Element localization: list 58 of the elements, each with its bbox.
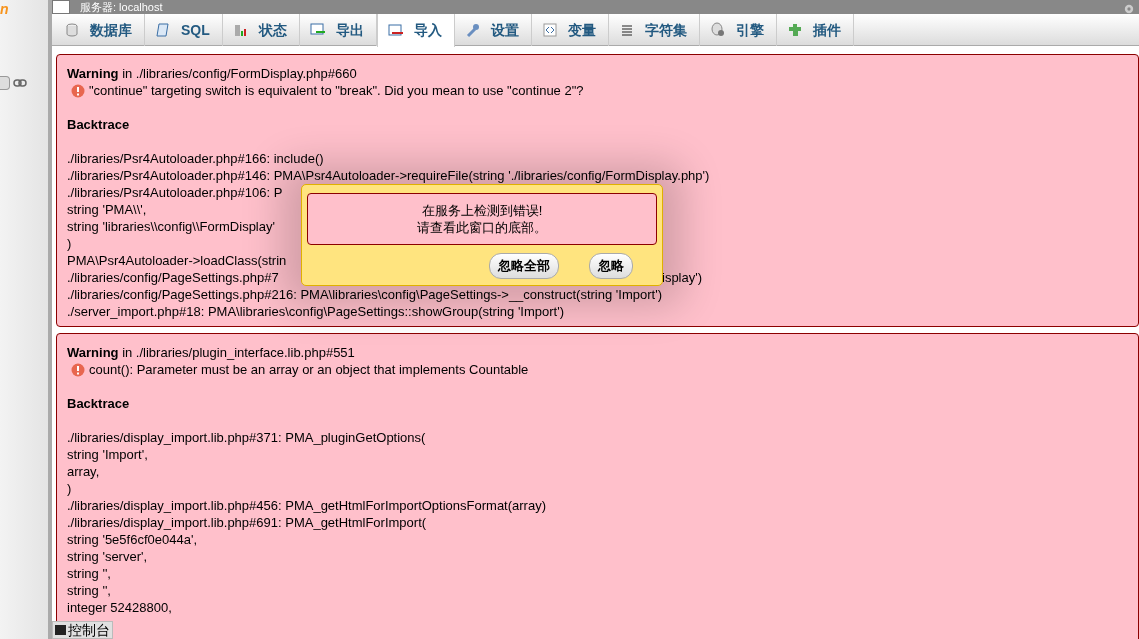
backtrace-heading: Backtrace — [67, 395, 131, 412]
tab[interactable]: 字符集 — [608, 14, 700, 46]
backtrace-line: ./libraries/Psr4Autoloader.php#106: P — [67, 184, 283, 201]
backtrace-line: string 'PMA\\', — [67, 201, 147, 218]
dialog-text: 请查看此窗口的底部。 — [416, 219, 548, 236]
tab[interactable]: 变量 — [531, 14, 609, 46]
console-label: 控制台 — [68, 622, 110, 638]
backtrace-line: PMA\Psr4Autoloader->loadClass(strin — [67, 252, 287, 269]
tab[interactable]: 导出 — [299, 14, 377, 46]
tab[interactable]: 数据库 — [54, 14, 145, 46]
backtrace-line: ./libraries/display_import.lib.php#691: PMA_getHtmlForImport( — [67, 514, 427, 531]
tab[interactable]: 插件 — [776, 14, 854, 46]
tab[interactable]: 引擎 — [699, 14, 777, 46]
backtrace-line: ./libraries/display_import.lib.php#371: PMA_pluginGetOptions( — [67, 429, 426, 446]
backtrace-line: array, — [67, 463, 100, 480]
collapse-button[interactable] — [0, 75, 10, 90]
backtrace-line: ) — [67, 480, 72, 497]
error-message: "continue" targeting switch is equivalent to "break". Did you mean to use "continue 2"? — [89, 82, 584, 99]
tab[interactable]: 导入 — [376, 14, 455, 47]
backtrace-line: ./libraries/config/PageSettings.php#216: PMA\libraries\config\PageSettings->__construct(string 'Import') — [67, 286, 662, 303]
backtrace-line: string '5e5f6cf0e044a', — [67, 531, 197, 548]
error-icon — [71, 83, 85, 98]
database-icon — [64, 22, 80, 38]
ignore-button[interactable]: 忽略 — [589, 253, 633, 279]
scroll-icon — [155, 22, 171, 38]
backtrace-line: ./libraries/display_import.lib.php#456: PMA_getHtmlForImportOptionsFormat(array) — [67, 497, 546, 514]
backtrace-line: string '', — [67, 565, 111, 582]
backtrace-line: string '', — [67, 582, 111, 599]
backtrace-line: string 'libraries\\config\\FormDisplay' — [67, 218, 275, 235]
ignore-button[interactable]: 忽略全部 — [489, 253, 559, 279]
wrench-icon — [464, 22, 481, 38]
console-tab[interactable]: 控制台 — [52, 621, 113, 639]
bar-chart-icon — [232, 22, 249, 38]
tab[interactable]: SQL — [145, 14, 223, 46]
error-message: count(): Parameter must be an array or an object that implements Countable — [89, 361, 529, 378]
backtrace-line: ./server_import.php#18: PMA\libraries\config\PageSettings::showGroup(string 'Import') — [67, 303, 564, 320]
table-arrow-icon — [387, 22, 404, 39]
backtrace-line: integer 52428800, — [67, 599, 172, 616]
backtrace-line: isplay') — [662, 269, 703, 286]
dialog-text: 在服务上检测到错误! — [420, 202, 544, 219]
error-icon — [71, 362, 85, 377]
back-button[interactable] — [52, 0, 70, 14]
backtrace-heading: Backtrace — [67, 116, 131, 133]
backtrace-line: ./libraries/Psr4Autoloader.php#166: include() — [67, 150, 324, 167]
backtrace-line: string 'server', — [67, 548, 148, 565]
logo-text: n — [0, 1, 10, 17]
console-icon — [55, 625, 66, 635]
error-heading: Warning in ./libraries/plugin_interface.lib.php#551 — [67, 344, 356, 361]
link-icon[interactable] — [13, 78, 27, 87]
tab[interactable]: 状态 — [222, 14, 300, 46]
backtrace-line: ./libraries/Psr4Autoloader.php#146: PMA\Psr4Autoloader->requireFile(string './libraries/config/FormDisplay.php') — [67, 167, 710, 184]
code-icon — [541, 22, 558, 38]
error-heading: Warning in ./libraries/config/FormDisplay.php#660 — [67, 65, 358, 82]
backtrace-line: ) — [67, 235, 72, 252]
backtrace-line: ./libraries/config/PageSettings.php#7 — [67, 269, 280, 286]
window-title: 服务器: localhost — [80, 0, 163, 14]
tab[interactable]: 设置 — [454, 14, 532, 46]
backtrace-line: string 'Import', — [67, 446, 148, 463]
